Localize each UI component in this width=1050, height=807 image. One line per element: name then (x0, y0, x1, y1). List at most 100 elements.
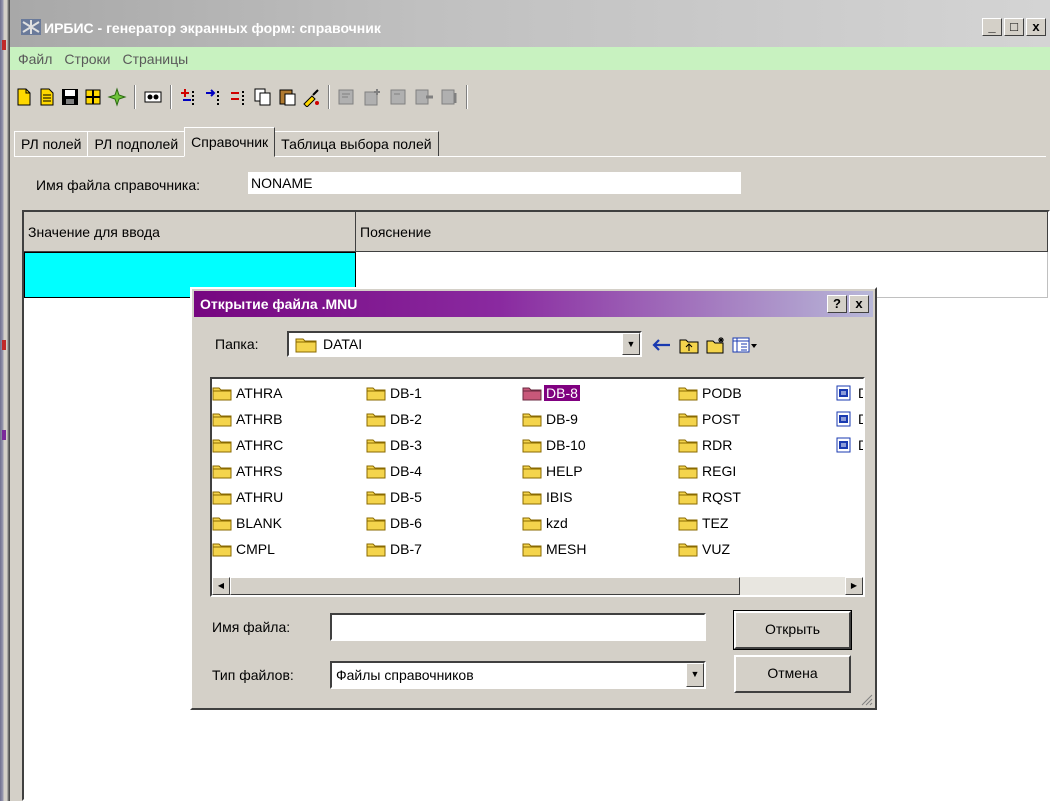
folder-item[interactable]: RQST (678, 486, 743, 508)
file-item[interactable]: D (834, 434, 863, 456)
folder-item[interactable]: ATHRC (212, 434, 285, 456)
maximize-button[interactable]: □ (1004, 18, 1024, 36)
save-icon[interactable] (60, 87, 80, 107)
chevron-down-icon[interactable]: ▼ (622, 333, 640, 355)
page-edit-icon[interactable] (388, 87, 408, 107)
dialog-close-button[interactable]: x (849, 295, 869, 313)
horizontal-scrollbar[interactable]: ◀ ▶ (212, 577, 863, 595)
folder-item[interactable]: ATHRS (212, 460, 284, 482)
filetype-select[interactable]: Файлы справочников ▼ (330, 661, 706, 689)
title-bar[interactable]: ИРБИС - генератор экранных форм: справоч… (10, 0, 1050, 47)
folder-item[interactable]: ATHRA (212, 382, 284, 404)
new-file-icon[interactable] (14, 87, 34, 107)
menu-pages[interactable]: Страницы (122, 51, 188, 67)
filename-input[interactable] (330, 613, 706, 641)
insert-row-icon[interactable] (179, 87, 199, 107)
tab-directory[interactable]: Справочник (184, 127, 276, 157)
edge-mark (2, 40, 6, 50)
folder-item[interactable]: DB-4 (366, 460, 424, 482)
paste-icon[interactable] (277, 87, 297, 107)
toolbar-separator (134, 85, 136, 109)
resize-grip-icon[interactable] (859, 692, 873, 706)
folder-item[interactable]: REGI (678, 460, 738, 482)
window-title: ИРБИС - генератор экранных форм: справоч… (44, 20, 381, 36)
folder-item[interactable]: DB-7 (366, 538, 424, 560)
folder-select[interactable]: DATAI ▼ (287, 331, 642, 357)
file-item[interactable]: D (834, 382, 863, 404)
new-folder-icon[interactable] (706, 336, 726, 354)
close-button[interactable]: x (1026, 18, 1046, 36)
scroll-right-arrow[interactable]: ▶ (845, 577, 863, 595)
list-item-label: MESH (546, 541, 587, 557)
list-item-label: DB-9 (546, 411, 578, 427)
directory-filename-input[interactable] (248, 172, 741, 194)
column-header-value[interactable]: Значение для ввода (24, 212, 356, 252)
list-item-label: D (856, 437, 863, 453)
magic-icon[interactable] (107, 87, 127, 107)
folder-item[interactable]: BLANK (212, 512, 284, 534)
tab-field-worksheet[interactable]: РЛ полей (14, 131, 89, 157)
folder-item[interactable]: DB-5 (366, 486, 424, 508)
file-list[interactable]: ATHRA ATHRB ATHRC ATHRS ATHRU BLANK CMPL DB-1 DB… (210, 377, 865, 597)
minimize-button[interactable]: _ (982, 18, 1002, 36)
folder-item[interactable]: DB-3 (366, 434, 424, 456)
page-move-icon[interactable] (414, 87, 434, 107)
column-header-description[interactable]: Пояснение (356, 212, 1048, 252)
folder-item[interactable]: DB-6 (366, 512, 424, 534)
delete-row-icon[interactable] (229, 87, 249, 107)
clear-icon[interactable] (301, 87, 321, 107)
folder-item[interactable]: DB-8 (522, 382, 580, 404)
tab-field-selection[interactable]: Таблица выбора полей (274, 131, 439, 157)
folder-item[interactable]: TEZ (678, 512, 730, 534)
scroll-thumb[interactable] (230, 577, 740, 595)
folder-icon (678, 491, 698, 505)
folder-item[interactable]: POST (678, 408, 742, 430)
folder-icon (212, 439, 232, 453)
file-item[interactable]: D (834, 408, 863, 430)
open-file-icon[interactable] (37, 87, 57, 107)
menu-rows[interactable]: Строки (64, 51, 110, 67)
import-icon[interactable] (83, 87, 103, 107)
folder-icon (678, 439, 698, 453)
folder-item[interactable]: VUZ (678, 538, 732, 560)
menu-bar: Файл Строки Страницы (10, 47, 1050, 70)
folder-item[interactable]: kzd (522, 512, 570, 534)
view-icon[interactable] (143, 87, 163, 107)
help-button[interactable]: ? (827, 295, 847, 313)
append-row-icon[interactable] (204, 87, 224, 107)
folder-icon (678, 387, 698, 401)
page-add-icon[interactable] (362, 87, 382, 107)
back-arrow-icon[interactable] (652, 336, 672, 354)
folder-item[interactable]: PODB (678, 382, 744, 404)
chevron-down-icon[interactable]: ▼ (686, 663, 704, 687)
folder-icon (366, 439, 386, 453)
folder-item[interactable]: HELP (522, 460, 585, 482)
page-delete-icon[interactable] (440, 87, 460, 107)
tab-subfield-worksheet[interactable]: РЛ подполей (87, 131, 186, 157)
folder-item[interactable]: DB-1 (366, 382, 424, 404)
folder-icon (366, 387, 386, 401)
list-item-label: RQST (702, 489, 741, 505)
folder-icon (522, 491, 542, 505)
scroll-left-arrow[interactable]: ◀ (212, 577, 230, 595)
folder-item[interactable]: DB-9 (522, 408, 580, 430)
open-button[interactable]: Открыть (733, 610, 852, 650)
folder-item[interactable]: ATHRB (212, 408, 284, 430)
menu-file[interactable]: Файл (18, 51, 52, 67)
folder-item[interactable]: IBIS (522, 486, 574, 508)
up-folder-icon[interactable] (679, 336, 699, 354)
folder-item[interactable]: DB-2 (366, 408, 424, 430)
list-item-label: PODB (702, 385, 742, 401)
view-menu-icon[interactable] (732, 336, 758, 354)
folder-item[interactable]: CMPL (212, 538, 277, 560)
copy-icon[interactable] (253, 87, 273, 107)
page-icon[interactable] (336, 87, 356, 107)
dialog-title-bar[interactable]: Открытие файла .MNU ? x (194, 291, 873, 317)
folder-icon (212, 517, 232, 531)
folder-item[interactable]: ATHRU (212, 486, 285, 508)
cancel-button[interactable]: Отмена (734, 655, 851, 693)
folder-item[interactable]: MESH (522, 538, 588, 560)
folder-item[interactable]: RDR (678, 434, 734, 456)
folder-icon (522, 517, 542, 531)
folder-item[interactable]: DB-10 (522, 434, 588, 456)
